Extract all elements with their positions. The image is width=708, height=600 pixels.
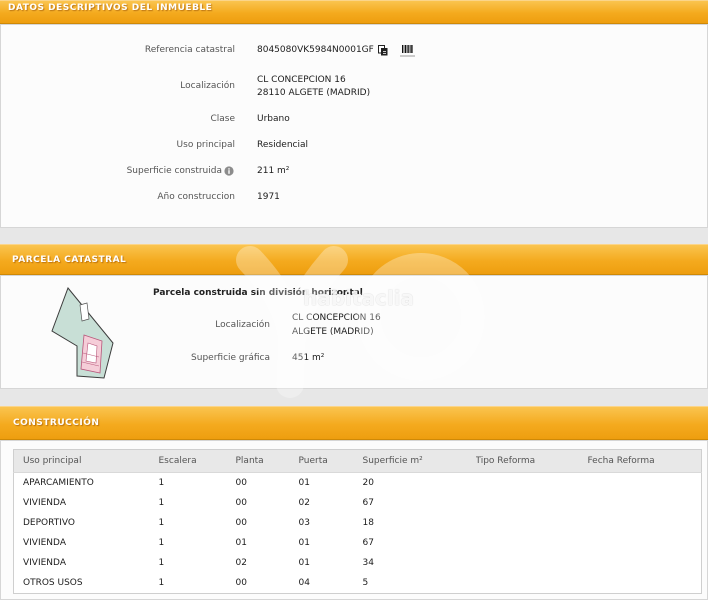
cell-fecha-reforma xyxy=(588,573,702,594)
cell-superficie: 67 xyxy=(362,538,374,548)
cell-fecha-reforma xyxy=(588,473,702,494)
cell-escalera: 1 xyxy=(158,478,165,488)
cell-tipo-reforma xyxy=(476,553,588,573)
cell-planta: 02 xyxy=(235,558,247,568)
cell-puerta: 01 xyxy=(298,538,310,548)
value-uso-principal: Residencial xyxy=(257,140,308,150)
column-header-tipo-reforma: Tipo Reforma xyxy=(475,449,588,473)
column-header-uso-principal: Uso principal xyxy=(13,449,159,473)
panel-parcela: Parcela construida sin división horizont… xyxy=(0,275,708,389)
cell-superficie: 5 xyxy=(362,578,369,588)
cell-puerta: 02 xyxy=(298,498,310,508)
section-header-construccion: CONSTRUCCIÓN xyxy=(0,406,708,440)
cell-uso: VIVIENDA xyxy=(23,558,66,568)
table-row: VIVIENDA 1 01 01 67 xyxy=(14,533,702,553)
column-header-escalera: Escalera xyxy=(158,449,236,473)
column-header-fecha-reforma: Fecha Reforma xyxy=(587,449,702,473)
cell-uso: OTROS USOS xyxy=(23,578,83,588)
parcela-localizacion-line-2: ALGETE (MADRID) xyxy=(292,327,374,337)
label-referencia-catastral: Referencia catastral xyxy=(144,45,235,55)
cell-uso: VIVIENDA xyxy=(23,538,66,548)
cell-tipo-reforma xyxy=(476,533,588,553)
label-superficie-construida: Superficie construida xyxy=(126,166,222,176)
value-superficie-construida: 211 m² xyxy=(257,166,290,176)
cell-fecha-reforma xyxy=(588,553,702,573)
section-header-inmueble: DATOS DESCRIPTIVOS DEL INMUEBLE xyxy=(0,0,708,24)
column-header-superficie: Superficie m² xyxy=(362,449,476,473)
localizacion-line-2: 28110 ALGETE (MADRID) xyxy=(257,88,371,98)
copy-icon[interactable] xyxy=(378,45,388,56)
cell-escalera: 1 xyxy=(158,538,165,548)
cell-tipo-reforma xyxy=(476,493,588,513)
cell-planta: 00 xyxy=(235,578,247,588)
cell-puerta: 01 xyxy=(298,558,310,568)
table-header-row: Uso principal Escalera Planta Puerta Sup… xyxy=(13,449,702,473)
panel-construccion: Uso principal Escalera Planta Puerta Sup… xyxy=(0,440,708,600)
cell-superficie: 18 xyxy=(362,518,374,528)
parcel-map-icon[interactable] xyxy=(45,283,120,383)
cell-uso: DEPORTIVO xyxy=(23,518,75,528)
cell-escalera: 1 xyxy=(158,578,165,588)
parcela-description: Parcela construida sin división horizont… xyxy=(153,288,363,298)
construction-table: Uso principal Escalera Planta Puerta Sup… xyxy=(13,449,702,594)
parcela-localizacion-line-1: CL CONCEPCION 16 xyxy=(292,313,381,323)
panel-inmueble: Referencia catastral 8045080VK5984N0001G… xyxy=(0,24,708,228)
cell-fecha-reforma xyxy=(588,533,702,553)
cell-uso: VIVIENDA xyxy=(23,498,66,508)
column-header-puerta: Puerta xyxy=(298,449,363,473)
value-clase: Urbano xyxy=(257,114,290,124)
value-anio-construccion: 1971 xyxy=(257,192,280,202)
label-superficie-grafica: Superficie gráfica xyxy=(191,353,270,363)
section-header-parcela: PARCELA CATASTRAL xyxy=(0,244,708,275)
localizacion-line-1: CL CONCEPCION 16 xyxy=(257,75,346,85)
cell-planta: 00 xyxy=(235,498,247,508)
label-anio-construccion: Año construccion xyxy=(157,192,235,202)
cell-puerta: 04 xyxy=(298,578,310,588)
barcode-icon[interactable] xyxy=(400,44,415,57)
value-localizacion: CL CONCEPCION 16 28110 ALGETE (MADRID) xyxy=(257,74,370,100)
cell-escalera: 1 xyxy=(158,518,165,528)
info-icon[interactable] xyxy=(224,166,234,176)
label-uso-principal: Uso principal xyxy=(176,140,235,150)
column-header-planta: Planta xyxy=(235,449,299,473)
section-title-construccion: CONSTRUCCIÓN xyxy=(13,418,100,428)
cell-superficie: 34 xyxy=(362,558,374,568)
section-title-inmueble: DATOS DESCRIPTIVOS DEL INMUEBLE xyxy=(8,3,213,13)
table-row: DEPORTIVO 1 00 03 18 xyxy=(14,513,702,533)
value-parcela-localizacion: CL CONCEPCION 16 ALGETE (MADRID) xyxy=(292,311,381,339)
table-row: VIVIENDA 1 00 02 67 xyxy=(14,493,702,513)
value-superficie-grafica: 451 m² xyxy=(292,353,325,363)
cell-escalera: 1 xyxy=(158,498,165,508)
value-referencia-catastral: 8045080VK5984N0001GF xyxy=(257,45,374,55)
cell-tipo-reforma xyxy=(476,473,588,494)
cell-puerta: 01 xyxy=(298,478,310,488)
label-localizacion: Localización xyxy=(180,81,235,91)
cell-tipo-reforma xyxy=(476,513,588,533)
cell-tipo-reforma xyxy=(476,573,588,594)
cell-fecha-reforma xyxy=(588,493,702,513)
table-row: OTROS USOS 1 00 04 5 xyxy=(14,573,702,594)
cell-planta: 00 xyxy=(235,518,247,528)
cell-fecha-reforma xyxy=(588,513,702,533)
cell-superficie: 20 xyxy=(362,478,374,488)
cell-puerta: 03 xyxy=(298,518,310,528)
label-clase: Clase xyxy=(210,114,235,124)
section-title-parcela: PARCELA CATASTRAL xyxy=(12,255,127,265)
table-row: APARCAMIENTO 1 00 01 20 xyxy=(14,473,702,494)
cell-uso: APARCAMIENTO xyxy=(23,478,94,488)
cell-superficie: 67 xyxy=(362,498,374,508)
cell-planta: 01 xyxy=(235,538,247,548)
table-row: VIVIENDA 1 02 01 34 xyxy=(14,553,702,573)
label-parcela-localizacion: Localización xyxy=(215,320,270,330)
cell-planta: 00 xyxy=(235,478,247,488)
cell-escalera: 1 xyxy=(158,558,165,568)
